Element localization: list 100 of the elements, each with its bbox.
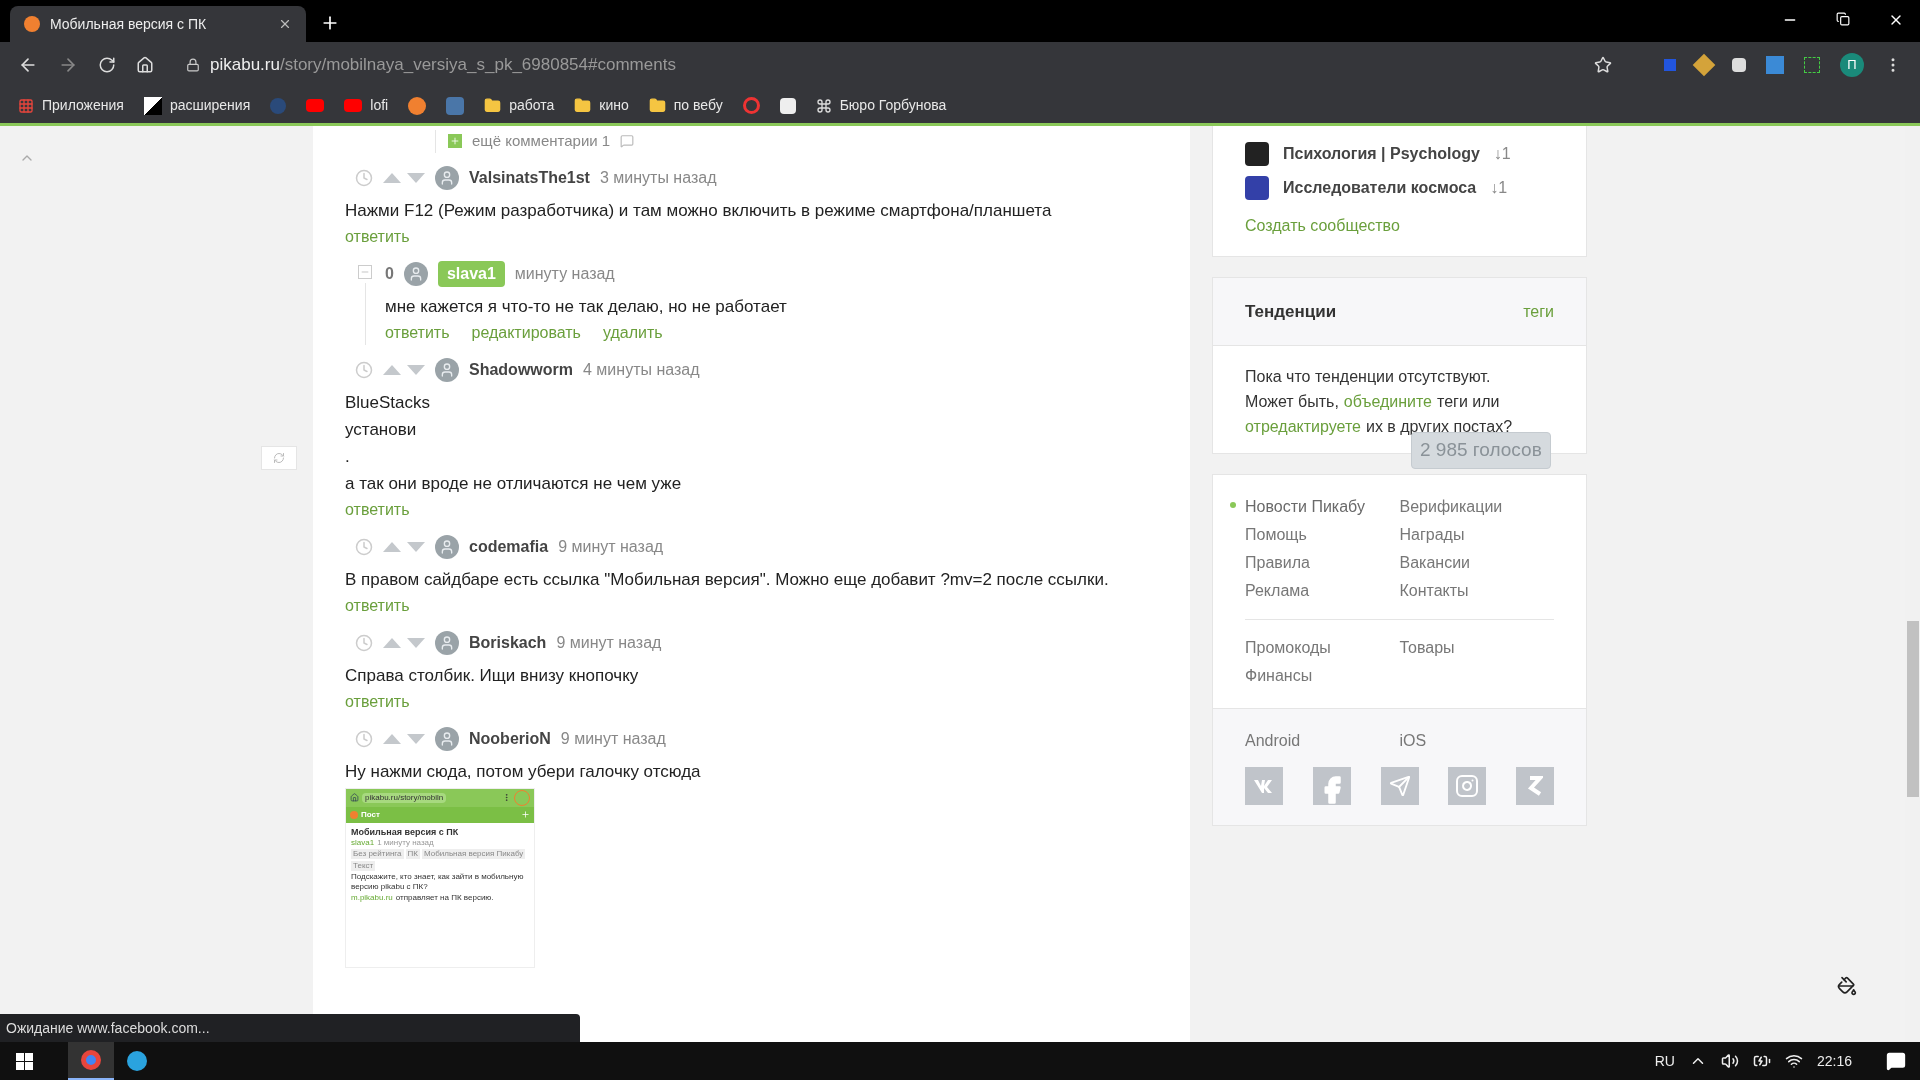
- vote-up-icon[interactable]: [383, 541, 401, 552]
- post-screenshot[interactable]: [345, 787, 535, 968]
- expand-icon[interactable]: [448, 134, 462, 149]
- bookmark-link[interactable]: расширения: [143, 95, 251, 116]
- community-link[interactable]: Исследователи космоса: [1283, 176, 1477, 200]
- avatar[interactable]: [435, 357, 459, 382]
- telegram-icon[interactable]: [1380, 767, 1419, 805]
- comment-author[interactable]: NooberioN: [469, 726, 551, 751]
- vote-up-icon[interactable]: [383, 364, 401, 375]
- bookmark-link[interactable]: lofi: [344, 95, 389, 116]
- command-icon: [815, 97, 832, 114]
- bookmark-link[interactable]: Бюро Горбунова: [815, 95, 947, 116]
- comment-action-link[interactable]: ответить: [345, 593, 410, 618]
- tag: Без рейтинга: [351, 848, 404, 859]
- comment-author[interactable]: Boriskach: [469, 630, 547, 655]
- extension-icon: [1732, 58, 1746, 72]
- comment-author[interactable]: Shadowworm: [469, 357, 573, 382]
- avatar[interactable]: [435, 630, 459, 655]
- home-icon[interactable]: [136, 56, 154, 74]
- language-indicator[interactable]: RU: [1654, 1050, 1675, 1072]
- subscriber-count: ↓1: [1493, 144, 1511, 164]
- url-host: pikabu.ru: [210, 54, 280, 77]
- bookmark-icon[interactable]: [408, 96, 427, 115]
- status-bar: Ожидание www.facebook.com...: [0, 1014, 580, 1042]
- browser-tab[interactable]: Мобильная версия с ПК: [10, 6, 306, 42]
- menu-icon: [502, 793, 511, 802]
- trends-text: Может быть,: [1245, 392, 1339, 412]
- notifications-icon[interactable]: [1886, 1051, 1906, 1071]
- comment-action-link[interactable]: удалить: [602, 320, 663, 345]
- comment-author[interactable]: codemafia: [469, 534, 549, 559]
- bookmark-icon[interactable]: [779, 97, 796, 114]
- address-bar[interactable]: pikabu.ru/story/mobilnaya_versiya_s_pk_6980854#comments: [174, 48, 1624, 82]
- more-comments-link[interactable]: ещё комментарии 1: [472, 130, 611, 153]
- bookmark-link[interactable]: по вебу: [648, 95, 723, 116]
- avatar[interactable]: [435, 165, 459, 190]
- merge-link[interactable]: объедините: [1343, 389, 1432, 414]
- logo-icon: [350, 810, 358, 819]
- bookmark-link[interactable]: работа: [484, 95, 555, 116]
- clock-icon: [355, 360, 373, 379]
- vote-up-icon[interactable]: [383, 637, 401, 648]
- tags-link[interactable]: теги: [1523, 299, 1554, 324]
- volume-icon[interactable]: [1720, 1052, 1739, 1070]
- comment-action-link[interactable]: ответить: [345, 497, 410, 522]
- vote-down-icon[interactable]: [407, 364, 425, 375]
- comment-action-link[interactable]: ответить: [345, 224, 410, 249]
- collapse-toggle[interactable]: [358, 264, 372, 279]
- app-link[interactable]: iOS: [1399, 729, 1554, 753]
- avatar[interactable]: [435, 534, 459, 559]
- bookmark-star-icon: [1594, 56, 1612, 74]
- refresh-button[interactable]: [261, 446, 297, 470]
- profile-avatar[interactable]: П: [1840, 53, 1864, 77]
- vote-up-icon[interactable]: [383, 172, 401, 183]
- instagram-icon[interactable]: [1448, 767, 1487, 805]
- reload-icon[interactable]: [98, 56, 116, 74]
- favicon-icon: [24, 16, 40, 32]
- zen-icon[interactable]: [1516, 767, 1554, 805]
- comment-text: BlueStacks: [345, 391, 432, 414]
- post-body: отправляет на ПК версию.: [395, 892, 494, 903]
- comment-icon: [620, 134, 635, 149]
- comment-action-link[interactable]: ответить: [385, 320, 450, 345]
- post-body: Подскажите, кто знает, как зайти в мобильную версию pikabu с ПК?: [351, 871, 525, 892]
- tab-title: Мобильная версия с ПК: [50, 14, 207, 34]
- clock-time[interactable]: 22:16: [1816, 1050, 1852, 1072]
- comment-text: а так они вроде не отличаются не чем уже: [345, 472, 683, 495]
- comment-action-link[interactable]: ответить: [345, 689, 410, 714]
- edit-link[interactable]: отредактируете: [1245, 414, 1361, 439]
- tag: Текст: [351, 860, 376, 871]
- create-community-link[interactable]: Создать сообщество: [1245, 214, 1554, 238]
- wifi-icon[interactable]: [1784, 1052, 1803, 1070]
- clock-icon: [355, 729, 373, 748]
- taskbar-app[interactable]: [68, 1042, 114, 1080]
- restore-icon[interactable]: [1836, 12, 1850, 26]
- app-link[interactable]: Android: [1245, 729, 1400, 753]
- footer-link[interactable]: Товары: [1399, 636, 1554, 660]
- post-title: Мобильная версия с ПК: [351, 826, 460, 837]
- tag: ПК: [405, 848, 420, 859]
- subscriber-count: ↓1: [1490, 178, 1508, 198]
- vk-icon[interactable]: [1245, 767, 1283, 805]
- apps-grid-icon: [18, 97, 34, 114]
- vote-down-icon[interactable]: [407, 172, 425, 183]
- header-title: Пост: [361, 809, 380, 820]
- add-icon: [521, 810, 530, 819]
- vote-down-icon[interactable]: [407, 637, 425, 648]
- vote-down-icon[interactable]: [407, 733, 425, 744]
- avatar[interactable]: [435, 726, 459, 751]
- avatar[interactable]: [403, 261, 428, 286]
- footer-link[interactable]: Финансы: [1245, 664, 1400, 688]
- comment-action-link[interactable]: редактировать: [471, 320, 581, 345]
- community-link[interactable]: Психология | Psychology: [1283, 142, 1480, 166]
- footer-link[interactable]: Промокоды: [1245, 636, 1400, 660]
- bookmark-link[interactable]: кино: [574, 95, 629, 116]
- tag: Мобильная версия Пикабу: [421, 848, 526, 859]
- bookmark-link[interactable]: Приложения: [18, 95, 124, 116]
- facebook-icon[interactable]: [1312, 767, 1351, 805]
- trends-text: теги или: [1437, 392, 1500, 412]
- comment-author[interactable]: ValsinatsThe1st: [469, 165, 590, 190]
- clock-icon: [355, 537, 373, 556]
- vote-up-icon[interactable]: [383, 733, 401, 744]
- vote-down-icon[interactable]: [407, 541, 425, 552]
- comment-text: Нажми F12 (Режим разработчика) и там можно включить в режиме смартфона/планшета: [345, 199, 1053, 222]
